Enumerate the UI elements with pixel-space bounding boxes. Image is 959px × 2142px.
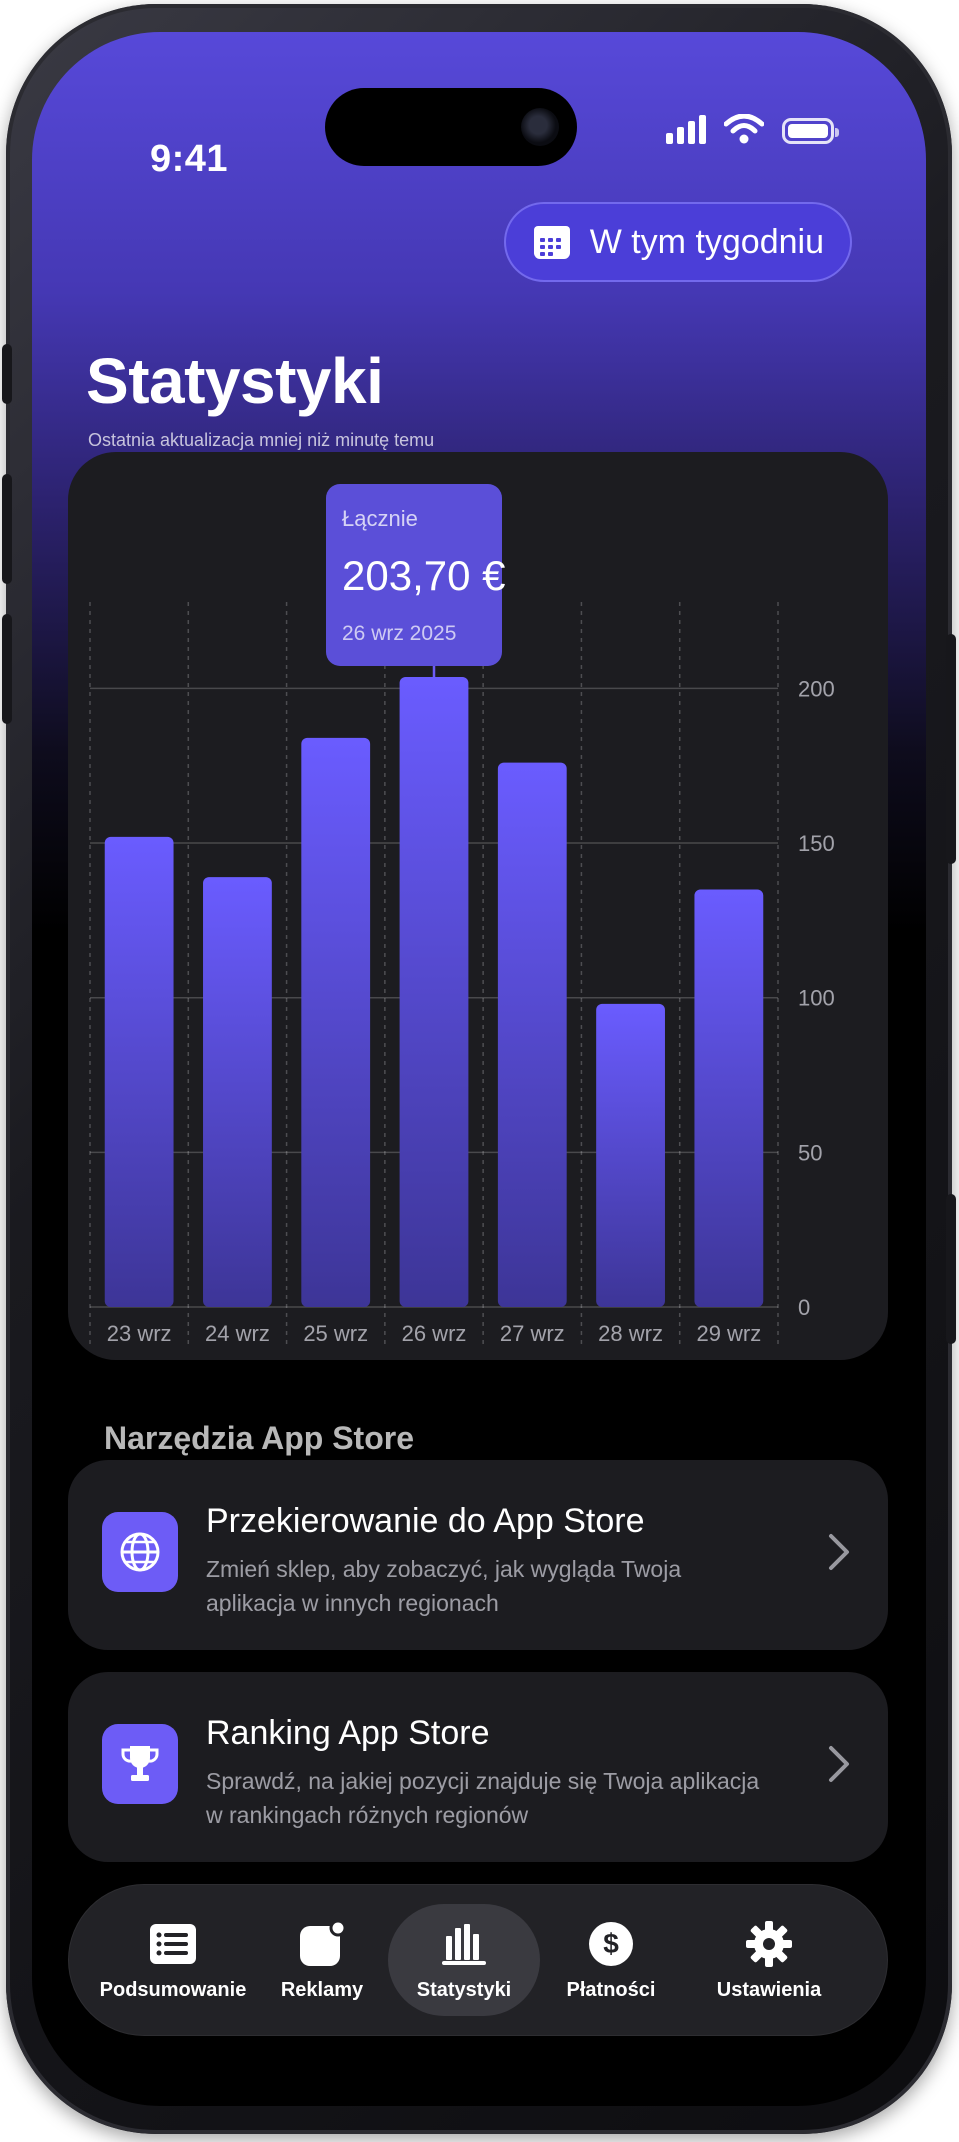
chart-bar-23-wrz [104, 836, 174, 1307]
tab-label: Płatności [566, 1978, 656, 2001]
chart-bar-24-wrz [203, 877, 272, 1307]
last-updated-text: Ostatnia aktualizacja mniej niż minutę t… [88, 430, 435, 450]
camera-icon [521, 108, 559, 146]
y-tick-label: 150 [798, 831, 835, 856]
chart-bar-26-wrz [399, 676, 469, 1307]
statistics-chart-card[interactable]: 0 50 100 150 200 23 wrz 24 wrz 25 wrz 26 wrz 27 w… [68, 452, 888, 1360]
bar-chart[interactable]: 0 50 100 150 200 23 wrz 24 wrz 25 wrz 26 wrz 27 w… [68, 452, 888, 1360]
tool-description: Sprawdź, na jakiej pozycji znajduje się … [206, 1768, 760, 1828]
trophy-icon [102, 1724, 178, 1804]
date-range-button[interactable]: W tym tygodniu [503, 202, 852, 282]
tool-title: Ranking App Store [206, 1714, 490, 1752]
status-icons [666, 114, 839, 144]
tab-label: Ustawienia [716, 1978, 822, 2001]
tab-label: Podsumowanie [99, 1978, 247, 2001]
tab-ustawienia[interactable]: Ustawienia [694, 1884, 844, 2036]
svg-text:$: $ [603, 1928, 619, 1959]
status-time: 9:41 [150, 138, 229, 180]
tool-description: Zmień sklep, aby zobaczyć, jak wygląda T… [206, 1556, 682, 1616]
tab-label: Reklamy [280, 1978, 364, 2001]
x-tick-label: 24 wrz [205, 1321, 270, 1346]
tooltip-date: 26 wrz 2025 [342, 622, 456, 645]
tooltip-label: Łącznie [342, 506, 418, 531]
x-tick-label: 23 wrz [107, 1321, 172, 1346]
x-tick-label: 26 wrz [402, 1321, 467, 1346]
app-store-ranking-card[interactable]: Ranking App Store Sprawdź, na jakiej poz… [68, 1672, 888, 1862]
tool-title: Przekierowanie do App Store [206, 1502, 645, 1540]
x-tick-label: 27 wrz [500, 1321, 565, 1346]
dynamic-island [325, 88, 577, 166]
app-badge-icon [297, 1919, 347, 1969]
dollar-icon: $ [586, 1919, 636, 1969]
volume-up-button [2, 474, 12, 584]
chart-bar-25-wrz [301, 737, 371, 1307]
y-tick-label: 100 [798, 986, 835, 1011]
x-tick-label: 29 wrz [696, 1321, 761, 1346]
battery-icon [782, 118, 839, 144]
tab-bar: Podsumowanie Reklamy Statystyki $ Płatno… [68, 1884, 888, 2036]
list-icon [148, 1919, 198, 1969]
globe-icon [102, 1512, 178, 1592]
volume-down-button [2, 614, 12, 724]
tab-statystyki[interactable]: Statystyki [388, 1884, 540, 2036]
gear-icon [744, 1919, 794, 1969]
app-store-redirect-card[interactable]: Przekierowanie do App Store Zmień sklep,… [68, 1460, 888, 1650]
action-button [946, 1194, 956, 1344]
tab-podsumowanie[interactable]: Podsumowanie [98, 1884, 248, 2036]
section-title-tools: Narzędzia App Store [104, 1420, 414, 1456]
tab-platnosci[interactable]: $ Płatności [546, 1884, 676, 2036]
y-tick-label: 50 [798, 1140, 822, 1165]
date-range-label: W tym tygodniu [589, 222, 824, 261]
chart-bar-29-wrz [694, 889, 764, 1307]
chevron-right-icon [829, 1534, 849, 1570]
wifi-icon [724, 114, 764, 144]
phone-frame: 9:41 W tym tygodniu Statystyki Ostatnia … [2, 4, 956, 2134]
tab-reklamy[interactable]: Reklamy [262, 1884, 382, 2036]
chart-bar-27-wrz [497, 762, 567, 1307]
screen: 9:41 W tym tygodniu Statystyki Ostatnia … [32, 32, 926, 2106]
signal-icon [666, 114, 706, 144]
chart-tooltip: Łącznie 203,70 € 26 wrz 2025 [326, 484, 506, 666]
chart-bar-28-wrz [596, 1003, 665, 1307]
y-tick-label: 0 [798, 1295, 810, 1320]
power-button [946, 634, 956, 864]
y-tick-label: 200 [798, 676, 835, 701]
tooltip-value: 203,70 € [342, 552, 506, 599]
side-button [2, 344, 12, 404]
chevron-right-icon [829, 1746, 849, 1782]
x-tick-label: 25 wrz [303, 1321, 368, 1346]
bar-chart-icon [439, 1919, 489, 1969]
x-tick-label: 28 wrz [598, 1321, 663, 1346]
page-title: Statystyki [86, 345, 384, 417]
calendar-icon [533, 226, 570, 259]
tab-label: Statystyki [416, 1978, 512, 2001]
